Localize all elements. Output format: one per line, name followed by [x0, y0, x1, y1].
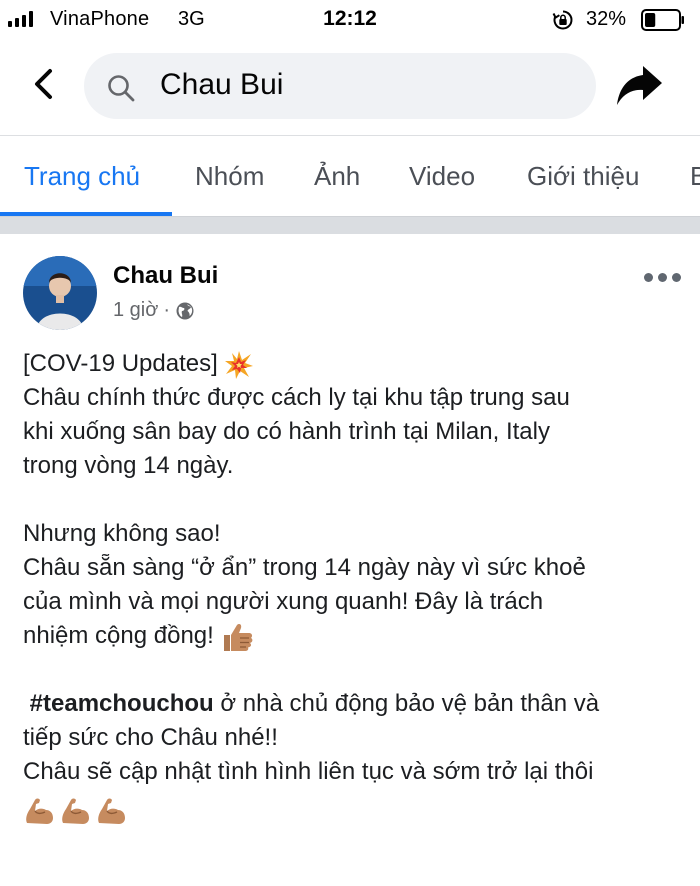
post-headline: [COV-19 Updates]: [23, 350, 218, 377]
tab-partial[interactable]: B: [690, 161, 700, 192]
battery-icon: [641, 9, 684, 31]
post-line: của mình và mọi người xung quanh! Đây là…: [23, 588, 544, 615]
share-button[interactable]: [614, 62, 664, 110]
tab-home[interactable]: Trang chủ: [24, 161, 140, 192]
post-card: Chau Bui 1 giờ · [COV-19 Updates] Châu c…: [0, 234, 700, 886]
post-line: khi xuống sân bay do có hành trình tại M…: [23, 418, 550, 445]
profile-tab-bar: Trang chủ Nhóm Ảnh Video Giới thiệu B: [0, 136, 700, 216]
battery-percentage: 32%: [586, 8, 627, 30]
tab-videos[interactable]: Video: [409, 161, 475, 192]
tab-groups[interactable]: Nhóm: [195, 161, 264, 192]
tab-about[interactable]: Giới thiệu: [527, 161, 639, 192]
post-line: Châu sẽ cập nhật tình hình liên tục và s…: [23, 758, 594, 785]
flexed-biceps-emoji: [98, 798, 125, 824]
collision-emoji: [225, 350, 254, 379]
post-line: trong vòng 14 ngày.: [23, 452, 234, 479]
status-bar: VinaPhone 3G 12:12 32%: [0, 0, 700, 40]
post-timestamp[interactable]: 1 giờ: [113, 299, 158, 322]
avatar[interactable]: [23, 256, 97, 330]
search-query: Chau Bui: [160, 68, 284, 101]
search-icon: [108, 75, 135, 102]
thumbs-up-emoji: [224, 623, 253, 651]
post-line: Nhưng không sao!: [23, 520, 221, 547]
back-button[interactable]: [24, 64, 64, 104]
post-line: nhiệm cộng đồng!: [23, 622, 214, 649]
post-line-with-hashtag: #teamchouchou ở nhà chủ động bảo vệ bản …: [23, 687, 683, 721]
hashtag-link[interactable]: #teamchouchou: [30, 690, 214, 717]
post-text: [COV-19 Updates] Châu chính thức được cá…: [23, 347, 683, 827]
orientation-lock-icon: [552, 10, 573, 30]
meta-separator: ·: [163, 299, 171, 321]
post-line: Châu sẵn sàng “ở ẩn” trong 14 ngày này v…: [23, 554, 586, 581]
search-input[interactable]: Chau Bui: [84, 53, 596, 119]
post-line: tiếp sức cho Châu nhé!!: [23, 724, 278, 751]
tab-photos[interactable]: Ảnh: [314, 161, 360, 192]
section-divider: [0, 216, 700, 234]
globe-icon: [176, 302, 194, 319]
post-line: Châu chính thức được cách ly tại khu tập…: [23, 384, 570, 411]
search-header: Chau Bui: [0, 40, 700, 136]
flexed-biceps-emoji: [62, 798, 89, 824]
flexed-biceps-emoji: [26, 798, 53, 824]
post-options-button[interactable]: [644, 270, 682, 284]
flexed-biceps-emojis: [23, 795, 683, 827]
post-meta: 1 giờ ·: [113, 299, 195, 322]
post-line: ở nhà chủ động bảo vệ bản thân và: [213, 690, 600, 717]
post-author-name[interactable]: Chau Bui: [113, 262, 218, 290]
post-headline-line: [COV-19 Updates]: [23, 347, 683, 381]
post-line-with-emoji: nhiệm cộng đồng!: [23, 619, 683, 653]
